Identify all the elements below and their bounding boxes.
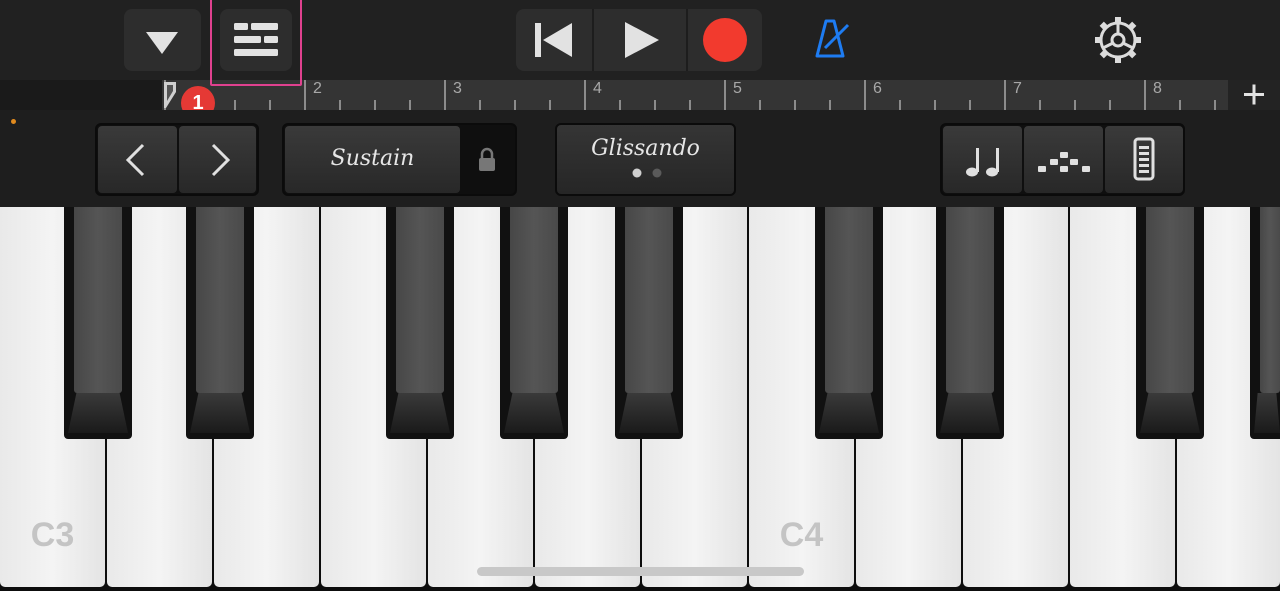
ruler-tick: [899, 100, 901, 110]
ruler-tick: [1179, 100, 1181, 110]
black-key-c-sharp-3[interactable]: [64, 207, 132, 439]
ruler-tick: [1039, 100, 1041, 110]
bar-number: 7: [1013, 80, 1022, 97]
ruler-tick: [584, 80, 586, 110]
ruler-tick: [724, 80, 726, 110]
region-marker: [11, 119, 16, 124]
black-key-c-sharp-4[interactable]: [815, 207, 883, 439]
play-button[interactable]: [594, 9, 686, 71]
ruler-tick: [829, 100, 831, 110]
toolbar: [0, 0, 1280, 80]
metronome-button[interactable]: [806, 16, 854, 62]
bar-number: 2: [313, 80, 322, 97]
ruler-tick: [1144, 80, 1146, 110]
ruler-tick: [794, 100, 796, 110]
black-key-f-sharp-4[interactable]: [1136, 207, 1204, 439]
ruler-tick: [864, 80, 866, 110]
keyboard-controls: Sustain Glissando: [0, 110, 1280, 207]
chevron-right-icon: [211, 143, 231, 177]
octave-buttons: [95, 123, 259, 196]
velocity-icon: [1133, 137, 1155, 181]
record-icon: [703, 18, 747, 62]
piano-keyboard: C3 C4: [0, 207, 1280, 591]
black-key-g-sharp-3[interactable]: [500, 207, 568, 439]
octave-up-button[interactable]: [179, 126, 256, 193]
gear-icon: [1095, 17, 1141, 63]
sustain-control: Sustain: [282, 123, 517, 196]
chevron-left-icon: [125, 143, 145, 177]
ruler-tick: [409, 100, 411, 110]
ruler-tick: [374, 100, 376, 110]
ruler-end: [1228, 80, 1280, 110]
ruler-tick: [339, 100, 341, 110]
key-label: C4: [779, 516, 824, 554]
ruler-tick: [549, 100, 551, 110]
ruler-tick: [269, 100, 271, 110]
ruler-tick: [479, 100, 481, 110]
transport-controls: [516, 9, 762, 71]
record-button[interactable]: [688, 9, 762, 71]
ruler-tick: [654, 100, 656, 110]
go-to-beginning-icon: [535, 23, 572, 57]
page-dots: [632, 168, 662, 178]
glissando-label: Glissando: [591, 136, 700, 161]
ruler-tick: [1004, 80, 1006, 110]
black-key-f-sharp-3[interactable]: [386, 207, 454, 439]
ruler-tick: [969, 100, 971, 110]
add-section-icon[interactable]: [1228, 80, 1280, 110]
arpeggiator-button[interactable]: [1024, 126, 1103, 193]
timeline-ruler[interactable]: 2 3 4 5 6 7 8: [162, 80, 1228, 110]
playhead-marker[interactable]: [162, 80, 180, 110]
chord-strips-button[interactable]: [943, 126, 1022, 193]
tutorial-highlight-box: [210, 0, 302, 86]
glissando-button[interactable]: Glissando: [555, 123, 736, 196]
bar-number: 6: [873, 80, 882, 97]
ruler-tick: [689, 100, 691, 110]
arpeggiator-icon: [1038, 152, 1090, 172]
ruler-tick: [934, 100, 936, 110]
ruler-tick: [1074, 100, 1076, 110]
key-label: C3: [30, 516, 75, 554]
notes-icon: [966, 148, 999, 177]
black-key-d-sharp-4[interactable]: [936, 207, 1004, 439]
ruler-tick: [619, 100, 621, 110]
sustain-label: Sustain: [330, 146, 415, 171]
ruler-tick: [304, 80, 306, 110]
ruler-tick: [759, 100, 761, 110]
bar-number: 8: [1153, 80, 1162, 97]
play-icon: [625, 22, 659, 58]
lock-icon[interactable]: [476, 147, 498, 173]
bar-number: 5: [733, 80, 742, 97]
black-key-a-sharp-3[interactable]: [615, 207, 683, 439]
triangle-down-icon: [146, 32, 178, 54]
metronome-icon: [815, 19, 850, 58]
sustain-button[interactable]: Sustain: [285, 126, 460, 193]
ruler-tick: [234, 100, 236, 110]
ruler-tick: [514, 100, 516, 110]
ruler-tick: [1214, 100, 1216, 110]
ruler-tick: [444, 80, 446, 110]
keyboard-modes: [940, 123, 1185, 196]
menu-button[interactable]: [124, 9, 201, 71]
velocity-button[interactable]: [1105, 126, 1183, 193]
settings-button[interactable]: [1093, 15, 1143, 65]
black-key-g-sharp-4[interactable]: [1250, 207, 1280, 439]
ruler-tick: [1109, 100, 1111, 110]
home-indicator[interactable]: [477, 567, 804, 576]
bar-number: 3: [453, 80, 462, 97]
bar-number: 4: [593, 80, 602, 97]
octave-down-button[interactable]: [98, 126, 177, 193]
black-key-d-sharp-3[interactable]: [186, 207, 254, 439]
rewind-button[interactable]: [516, 9, 592, 71]
